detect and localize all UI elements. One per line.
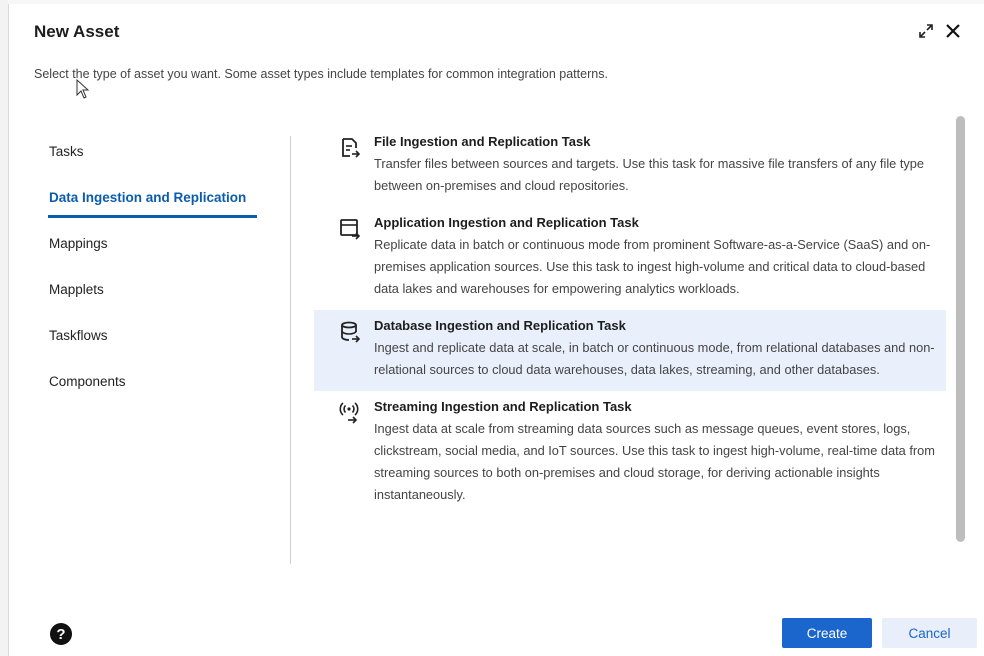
asset-category-nav: Tasks Data Ingestion and Replication Map… [48,134,278,410]
nav-item-mappings[interactable]: Mappings [48,226,278,272]
asset-name: Database Ingestion and Replication Task [374,318,626,333]
nav-item-mapplets[interactable]: Mapplets [48,272,278,318]
file-ingestion-icon [342,138,361,158]
asset-description: Transfer files between sources and targe… [374,156,925,193]
app-frame: New Asset Select the type of asset you w… [0,0,984,656]
asset-name: Streaming Ingestion and Replication Task [374,399,632,414]
active-tab-underline [48,215,257,218]
asset-card-application-ingestion[interactable]: Application Ingestion and Replication Ta… [314,207,946,310]
help-icon[interactable]: ? [50,623,72,645]
nav-item-label: Mappings [49,236,108,251]
nav-divider [290,136,291,564]
background-window-edge [0,0,9,656]
nav-item-label: Data Ingestion and Replication [49,190,247,205]
asset-type-list: File Ingestion and Replication Task Tran… [314,126,946,566]
asset-name: File Ingestion and Replication Task [374,134,591,149]
nav-item-taskflows[interactable]: Taskflows [48,318,278,364]
asset-card-file-ingestion[interactable]: File Ingestion and Replication Task Tran… [314,126,946,207]
nav-item-label: Mapplets [49,282,104,297]
asset-description: Replicate data in batch or continuous mo… [374,237,931,296]
application-ingestion-icon [340,219,361,240]
asset-card-database-ingestion[interactable]: Database Ingestion and Replication Task … [314,310,946,391]
asset-name: Application Ingestion and Replication Ta… [374,215,639,230]
expand-button[interactable] [915,20,937,42]
cancel-button[interactable]: Cancel [882,618,977,648]
nav-item-label: Components [49,374,126,389]
nav-item-label: Taskflows [49,328,108,343]
mouse-cursor-icon [76,79,90,99]
nav-item-data-ingestion[interactable]: Data Ingestion and Replication [48,180,278,226]
asset-list-scrollbar[interactable] [956,116,965,542]
asset-description: Ingest data at scale from streaming data… [374,421,935,502]
asset-description: Ingest and replicate data at scale, in b… [374,340,935,377]
asset-card-streaming-ingestion[interactable]: Streaming Ingestion and Replication Task… [314,391,946,516]
create-button[interactable]: Create [782,618,872,648]
streaming-ingestion-icon [339,402,359,424]
nav-item-components[interactable]: Components [48,364,278,410]
new-asset-dialog: New Asset Select the type of asset you w… [12,4,984,656]
expand-icon [919,24,933,38]
dialog-subtitle: Select the type of asset you want. Some … [34,67,608,81]
nav-item-tasks[interactable]: Tasks [48,134,278,180]
database-ingestion-icon [341,321,361,343]
dialog-title: New Asset [34,22,120,41]
nav-item-label: Tasks [49,144,84,159]
close-icon [946,24,960,38]
close-button[interactable] [942,20,964,42]
